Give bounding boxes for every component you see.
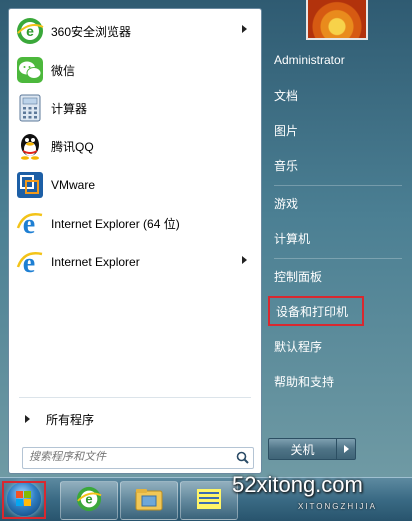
file-explorer-icon xyxy=(134,486,164,515)
360-browser-icon: e xyxy=(15,16,45,46)
taskbar-file-explorer[interactable] xyxy=(120,481,178,520)
start-menu-right-panel: Administrator 文档 图片 音乐 游戏 计算机 控制面板 设备和打印… xyxy=(262,0,412,477)
shutdown-options-button[interactable] xyxy=(337,438,356,460)
internet-explorer-icon: e xyxy=(15,247,45,277)
right-item-label: 文档 xyxy=(274,88,299,103)
highlight-box xyxy=(2,481,46,519)
right-item-label: 计算机 xyxy=(274,231,311,246)
right-item-label: 设备和打印机 xyxy=(276,304,349,319)
search-box[interactable] xyxy=(22,447,254,469)
separator xyxy=(274,185,402,186)
taskbar-360-browser[interactable]: e xyxy=(60,481,118,520)
pinned-item-label: VMware xyxy=(51,178,96,192)
right-item-documents[interactable]: 文档 xyxy=(268,80,398,110)
shutdown-button[interactable]: 关机 xyxy=(268,438,337,460)
pinned-item-label: 微信 xyxy=(51,63,76,78)
submenu-arrow-icon[interactable] xyxy=(242,256,247,264)
search-input[interactable] xyxy=(23,448,229,466)
arrow-right-icon xyxy=(25,415,30,423)
right-item-user[interactable]: Administrator xyxy=(268,45,398,75)
360-browser-icon: e xyxy=(76,486,102,515)
pinned-item-label: Internet Explorer xyxy=(51,255,140,269)
pinned-item-wechat[interactable]: 微信 xyxy=(15,53,255,87)
pinned-item-label: 360安全浏览器 xyxy=(51,24,132,39)
right-item-label: 控制面板 xyxy=(274,269,323,284)
right-item-label: 音乐 xyxy=(274,158,299,173)
arrow-right-icon xyxy=(343,445,349,453)
right-item-label: 帮助和支持 xyxy=(274,374,335,389)
calculator-icon xyxy=(15,93,45,123)
right-item-music[interactable]: 音乐 xyxy=(268,150,398,180)
user-name: Administrator xyxy=(274,53,345,67)
pinned-item-label: 腾讯QQ xyxy=(51,139,94,154)
right-item-help-support[interactable]: 帮助和支持 xyxy=(268,366,398,396)
pinned-item-ie64[interactable]: e Internet Explorer (64 位) xyxy=(15,206,255,240)
internet-explorer-icon: e xyxy=(15,208,45,238)
right-item-default-programs[interactable]: 默认程序 xyxy=(268,331,398,361)
notepad-icon xyxy=(194,486,224,515)
site-watermark: 52xitong.com XITONGZHIJIA xyxy=(226,470,412,520)
watermark-subtext: XITONGZHIJIA xyxy=(298,502,377,511)
wechat-icon xyxy=(15,55,45,85)
separator xyxy=(274,258,402,259)
start-menu-left-panel: e 360安全浏览器 微信 计算器 腾讯QQ VMware e Internet… xyxy=(8,8,262,474)
right-item-games[interactable]: 游戏 xyxy=(268,188,398,218)
separator xyxy=(19,397,251,398)
right-item-label: 默认程序 xyxy=(274,339,323,354)
right-item-label: 图片 xyxy=(274,123,299,138)
qq-penguin-icon xyxy=(15,131,45,161)
shutdown-label: 关机 xyxy=(290,442,315,457)
right-item-control-panel[interactable]: 控制面板 xyxy=(268,261,398,291)
watermark-text: 52xitong.com xyxy=(232,472,363,497)
all-programs-label: 所有程序 xyxy=(46,412,95,427)
search-icon[interactable] xyxy=(236,451,249,467)
shutdown-control: 关机 xyxy=(268,438,356,460)
pinned-item-vmware[interactable]: VMware xyxy=(15,168,255,202)
all-programs-button[interactable]: 所有程序 xyxy=(15,407,255,431)
submenu-arrow-icon[interactable] xyxy=(242,25,247,33)
pinned-item-360-browser[interactable]: e 360安全浏览器 xyxy=(15,14,255,48)
pinned-item-ie[interactable]: e Internet Explorer xyxy=(15,245,255,279)
pinned-item-label: 计算器 xyxy=(51,101,88,116)
pinned-item-label: Internet Explorer (64 位) xyxy=(51,216,180,231)
right-item-pictures[interactable]: 图片 xyxy=(268,115,398,145)
vmware-icon xyxy=(15,170,45,200)
start-button[interactable] xyxy=(2,481,50,519)
right-item-label: 游戏 xyxy=(274,196,299,211)
start-menu: e 360安全浏览器 微信 计算器 腾讯QQ VMware e Internet… xyxy=(0,0,412,477)
right-item-devices-printers[interactable]: 设备和打印机 xyxy=(268,296,364,326)
pinned-item-qq[interactable]: 腾讯QQ xyxy=(15,129,255,163)
pinned-item-calculator[interactable]: 计算器 xyxy=(15,91,255,125)
right-item-computer[interactable]: 计算机 xyxy=(268,223,398,253)
